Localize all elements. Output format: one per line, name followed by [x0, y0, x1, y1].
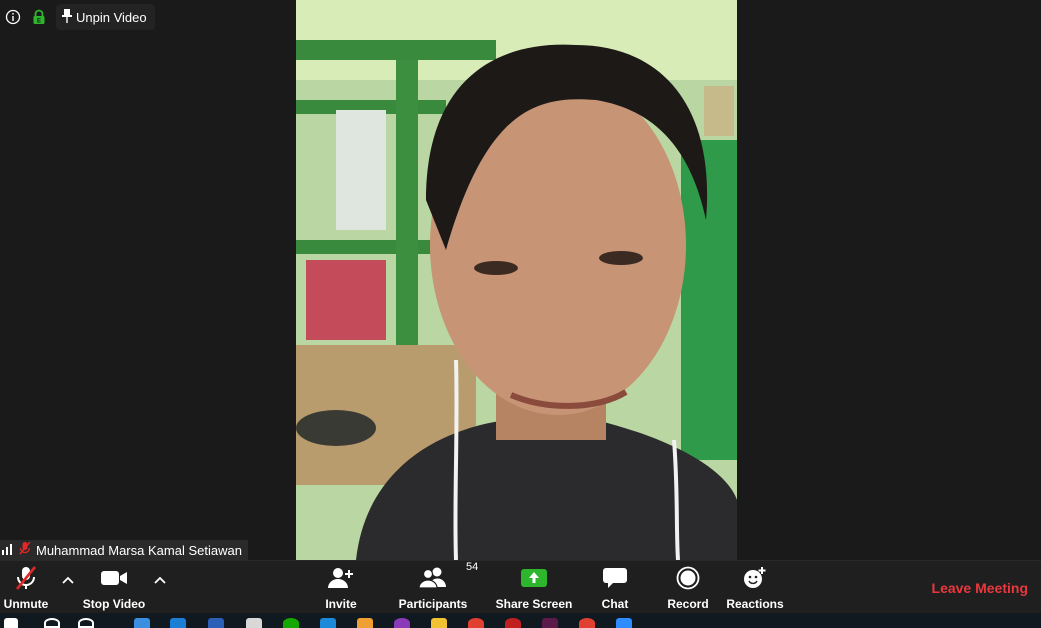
share-screen-icon: [520, 565, 548, 591]
video-options-chevron-up-icon[interactable]: [151, 571, 169, 589]
stop-video-button[interactable]: Stop Video: [82, 565, 146, 613]
windows-taskbar: [0, 613, 1041, 628]
share-screen-label: Share Screen: [495, 597, 573, 611]
onenote-icon[interactable]: [394, 618, 410, 628]
meeting-stage: E Unpin Video Muhammad Marsa Kamal Setia…: [0, 0, 1041, 560]
chat-button[interactable]: Chat: [600, 565, 630, 613]
record-label: Record: [667, 597, 709, 611]
meeting-toolbar: Unmute Stop Video Invite 54 Participants…: [0, 560, 1041, 614]
vscode-icon[interactable]: [320, 618, 336, 628]
unpin-video-label: Unpin Video: [76, 9, 147, 25]
record-button[interactable]: Record: [667, 565, 709, 613]
xd-icon[interactable]: [542, 618, 558, 628]
upwork-icon[interactable]: [283, 618, 299, 628]
chrome-icon[interactable]: [468, 618, 484, 628]
share-screen-button[interactable]: Share Screen: [496, 565, 572, 613]
record-icon: [676, 565, 700, 591]
lock-icon[interactable]: E: [30, 8, 48, 26]
unmute-label: Unmute: [3, 597, 49, 611]
smiley-plus-icon: [742, 565, 768, 591]
invite-label: Invite: [325, 597, 357, 611]
unmute-button[interactable]: Unmute: [4, 565, 48, 613]
unpin-video-button[interactable]: Unpin Video: [56, 4, 155, 30]
chrome-icon-2[interactable]: [579, 618, 595, 628]
paint-icon[interactable]: [246, 618, 262, 628]
task-view-icon[interactable]: [134, 618, 150, 628]
signal-bars-icon: [2, 543, 14, 558]
media-icon[interactable]: [505, 618, 521, 628]
participant-name-tag: Muhammad Marsa Kamal Setiawan: [0, 540, 248, 560]
leave-meeting-button[interactable]: Leave Meeting: [932, 580, 1028, 596]
video-camera-icon: [100, 565, 128, 591]
participants-button[interactable]: 54 Participants: [398, 561, 479, 613]
participants-label: Participants: [398, 597, 468, 611]
stop-video-label: Stop Video: [82, 597, 146, 611]
app-icon[interactable]: [357, 618, 373, 628]
participants-count: 54: [466, 561, 479, 573]
chat-label: Chat: [601, 597, 629, 611]
audio-options-chevron-up-icon[interactable]: [59, 571, 77, 589]
participants-icon: 54: [418, 561, 478, 591]
file-explorer-icon[interactable]: [431, 618, 447, 628]
participant-name: Muhammad Marsa Kamal Setiawan: [36, 542, 242, 558]
search-icon[interactable]: [44, 618, 60, 628]
svg-text:E: E: [37, 19, 41, 25]
zoom-icon[interactable]: [616, 618, 632, 628]
pin-icon: [62, 8, 72, 26]
info-icon[interactable]: [4, 8, 22, 26]
top-info-bar: E Unpin Video: [4, 4, 155, 30]
mic-muted-icon: [13, 565, 39, 591]
word-icon[interactable]: [208, 618, 224, 628]
chat-bubble-icon: [602, 565, 628, 591]
windows-start-icon[interactable]: [4, 618, 18, 628]
reactions-label: Reactions: [726, 597, 784, 611]
mic-muted-icon: [19, 541, 31, 558]
cortana-icon[interactable]: [78, 618, 94, 628]
participant-video-frame: [296, 0, 737, 560]
reactions-button[interactable]: Reactions: [726, 565, 784, 613]
add-person-icon: [327, 565, 355, 591]
edge-icon[interactable]: [170, 618, 186, 628]
invite-button[interactable]: Invite: [322, 565, 360, 613]
participant-video[interactable]: [296, 0, 737, 560]
